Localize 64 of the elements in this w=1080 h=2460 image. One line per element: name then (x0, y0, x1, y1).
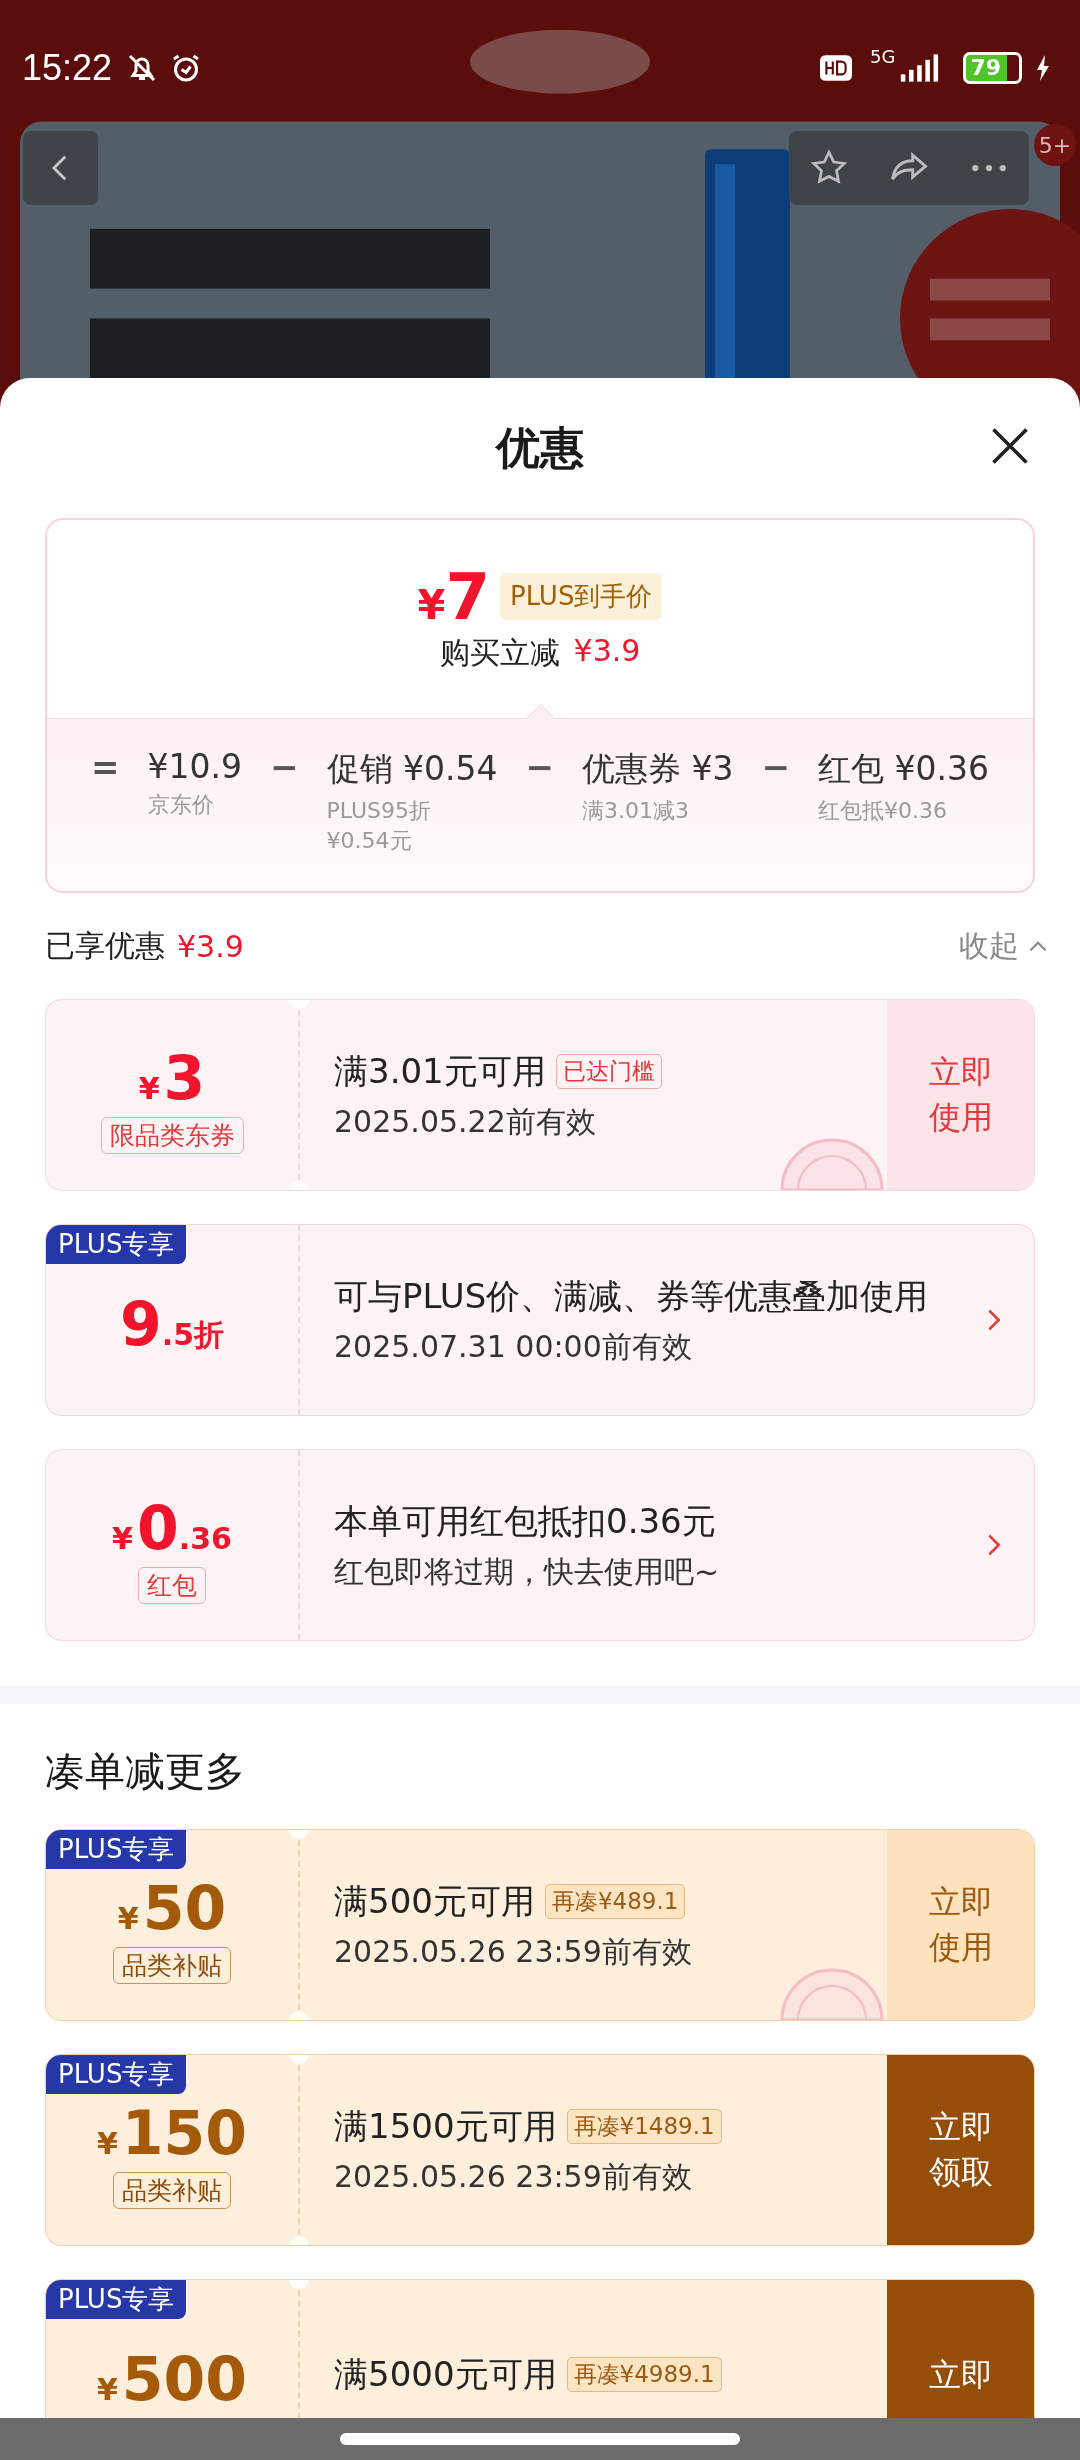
coupon-action-button[interactable]: 立即 (887, 2280, 1034, 2418)
coupon-validity: 2025.07.31 00:00前有效 (334, 1328, 693, 1367)
coupon-amount: ¥3 (138, 1044, 206, 1111)
collapse-toggle[interactable]: 收起 (959, 925, 1051, 967)
more-icon (969, 163, 1009, 173)
condition-tag: 再凑¥4989.1 (566, 2357, 722, 2393)
coupon-amount: ¥150 (96, 2099, 248, 2166)
hd-icon (819, 55, 852, 81)
condition-tag: 再凑¥489.1 (544, 1884, 686, 1919)
coupon-amount: ¥50 (117, 1874, 227, 1941)
coupon-validity: 2025.05.26 23:59前有效 (334, 1933, 693, 1972)
price-term: 促销 ¥0.54 (326, 748, 498, 790)
coupon-title: 可与PLUS价、满减、券等优惠叠加使用 (334, 1274, 929, 1318)
coupon-title: 满500元可用 (334, 1879, 535, 1923)
saving-label: 购买立减 (439, 633, 560, 672)
coupon-title: 满3.01元可用 (334, 1049, 546, 1093)
coupon-action-button[interactable]: 立即使用 (887, 1000, 1034, 1190)
clock-time: 15:22 (22, 47, 113, 89)
condition-tag: 再凑¥1489.1 (566, 2109, 722, 2144)
plus-badge: PLUS专享 (46, 1225, 187, 1264)
plus-badge: PLUS专享 (46, 2280, 187, 2319)
operator-sign: = (91, 747, 120, 787)
condition-tag: 已达门槛 (555, 1054, 662, 1089)
coupon-type-tag: 限品类东券 (100, 1116, 244, 1154)
coupon-validity: 2025.05.22前有效 (334, 1103, 597, 1142)
sheet-title: 优惠 (496, 420, 584, 475)
coupon-validity: 红包即将过期，快去使用吧~ (334, 1553, 721, 1592)
coupon-title: 本单可用红包抵扣0.36元 (334, 1499, 716, 1543)
final-price: ¥7 (417, 564, 490, 629)
coupon-title: 满5000元可用 (334, 2353, 557, 2397)
operator-sign: − (270, 747, 299, 787)
coupon-action-button[interactable]: 立即领取 (887, 2055, 1034, 2245)
coupon-title: 满1500元可用 (334, 2104, 557, 2148)
section-title: 凑单减更多 (45, 1747, 245, 1796)
plus-badge: PLUS专享 (46, 2055, 187, 2094)
coupon-amount: 9.5折 (120, 1291, 224, 1357)
price-note: 京东价 (147, 791, 215, 819)
coupon-type-tag: 红包 (138, 1566, 206, 1604)
price-term: 优惠券 ¥3 (582, 748, 734, 790)
discount-label: 已享优惠 (45, 926, 165, 965)
chevron-right-icon[interactable] (987, 1308, 1001, 1332)
back-button[interactable] (23, 131, 98, 205)
coupon-type-tag: 品类补贴 (113, 1946, 231, 1984)
price-term: 红包 ¥0.36 (818, 748, 989, 790)
chevron-right-icon[interactable] (987, 1533, 1001, 1557)
network-type: 5G (869, 46, 896, 67)
coupon-amount: ¥500 (96, 2346, 248, 2412)
battery-level: 79 (963, 52, 1022, 84)
coupon-type-tag: 品类补贴 (113, 2171, 231, 2209)
discount-total: ¥3.9 (177, 928, 244, 964)
operator-sign: − (761, 747, 790, 787)
price-note: 满3.01减3 (582, 797, 690, 825)
charging-icon (1036, 55, 1050, 81)
operator-sign: − (525, 747, 554, 787)
saving-amount: ¥3.9 (573, 632, 641, 670)
plus-badge: PLUS专享 (46, 1830, 187, 1869)
price-note: 红包抵¥0.36 (818, 797, 948, 825)
price-tag: PLUS到手价 (500, 573, 663, 620)
coupon-amount: ¥0.36 (112, 1494, 232, 1561)
price-note: PLUS95折 ¥0.54元 (326, 797, 433, 855)
signal-icon (899, 54, 940, 82)
price-term: ¥10.9 (147, 747, 243, 786)
coupon-action-button[interactable]: 立即使用 (887, 1830, 1034, 2020)
coupon-validity: 2025.05.26 23:59前有效 (334, 2158, 693, 2197)
